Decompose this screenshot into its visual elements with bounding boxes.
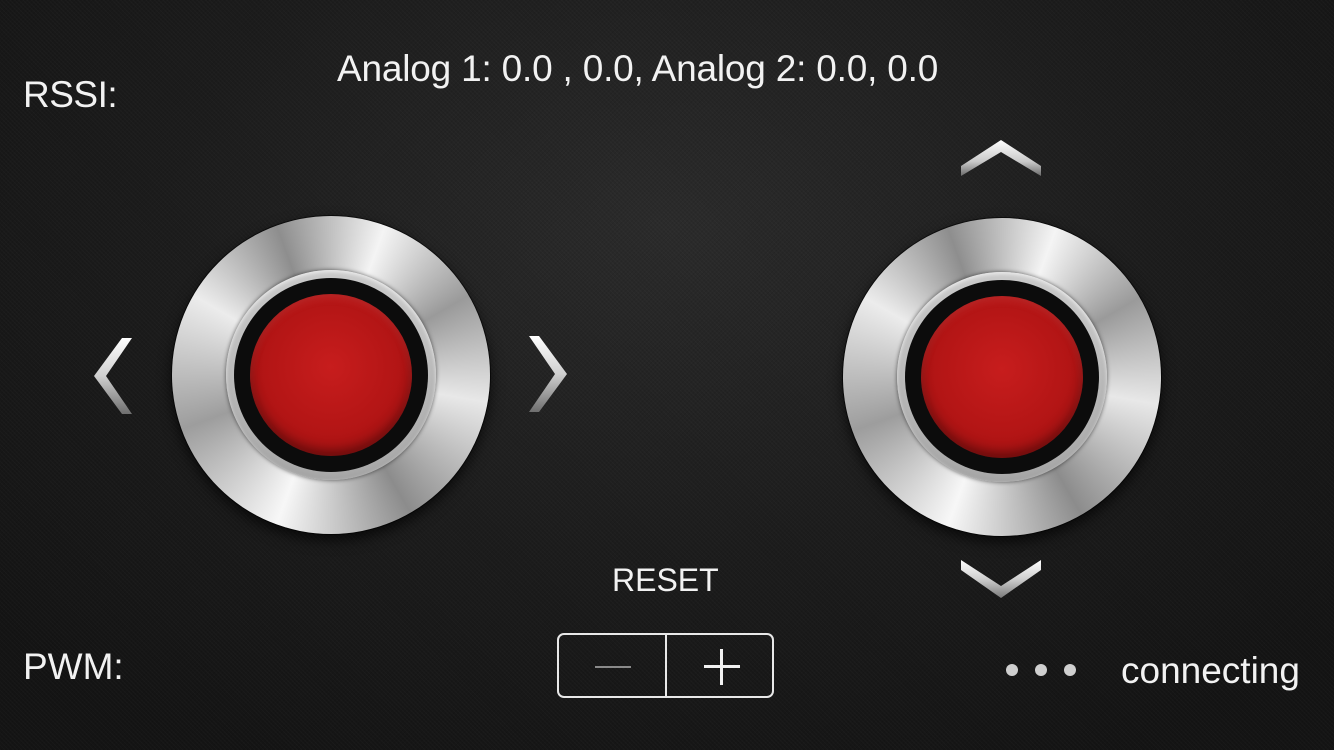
analog-readout: Analog 1: 0.0 , 0.0, Analog 2: 0.0, 0.0	[337, 48, 939, 89]
ellipsis-icon	[1006, 664, 1076, 676]
minus-icon	[595, 666, 631, 668]
chevron-down-icon[interactable]	[959, 558, 1043, 600]
left-joystick-knob[interactable]	[250, 294, 412, 456]
dot	[1035, 664, 1047, 676]
plus-icon-vertical	[719, 649, 723, 685]
dot	[1064, 664, 1076, 676]
reset-button[interactable]: RESET	[612, 562, 719, 599]
left-joystick[interactable]	[172, 216, 490, 534]
dot	[1006, 664, 1018, 676]
increment-button[interactable]	[664, 635, 773, 696]
pwm-stepper	[557, 633, 774, 698]
pwm-label: PWM:	[23, 646, 124, 687]
chevron-left-icon[interactable]	[92, 336, 134, 416]
rssi-label: RSSI:	[23, 74, 118, 115]
chevron-right-icon[interactable]	[527, 334, 569, 414]
decrement-button[interactable]	[559, 635, 665, 696]
chevron-up-icon[interactable]	[959, 138, 1043, 178]
right-joystick[interactable]	[843, 218, 1161, 536]
connection-status: connecting	[1121, 650, 1300, 691]
right-joystick-knob[interactable]	[921, 296, 1083, 458]
